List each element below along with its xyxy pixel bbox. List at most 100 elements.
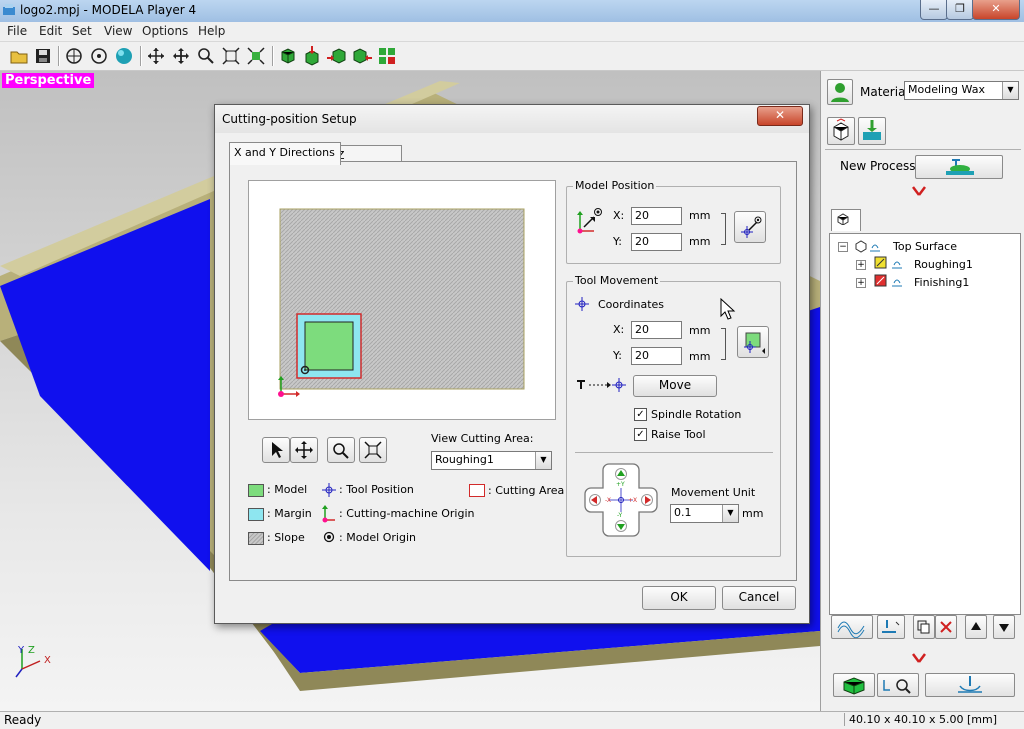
pan-view-button[interactable]: [290, 437, 318, 463]
model-origin-icon: [323, 531, 335, 543]
menu-view[interactable]: View: [104, 24, 132, 38]
material-select[interactable]: Modeling Wax ▼: [904, 81, 1019, 100]
cutting-setup-button[interactable]: [858, 117, 886, 145]
cut-right-icon[interactable]: [352, 46, 372, 66]
move-up-button[interactable]: [965, 615, 987, 639]
move-button[interactable]: Move: [633, 375, 717, 397]
preview-button[interactable]: [833, 673, 875, 697]
menu-help[interactable]: Help: [198, 24, 225, 38]
menu-edit[interactable]: Edit: [39, 24, 62, 38]
tree-item-roughing[interactable]: Roughing1: [914, 258, 973, 271]
roughing-icon: [874, 256, 902, 269]
window-title: logo2.mpj - MODELA Player 4: [20, 3, 197, 17]
model-x-input[interactable]: 20: [631, 207, 682, 225]
menu-options[interactable]: Options: [142, 24, 188, 38]
multi-surface-icon[interactable]: [377, 46, 397, 66]
position-preview[interactable]: [248, 180, 556, 420]
preview-cutting-button[interactable]: [831, 615, 873, 639]
view-cutting-area-value: Roughing1: [435, 453, 494, 466]
delete-button[interactable]: [935, 615, 957, 639]
tree-expand-icon[interactable]: +: [856, 260, 866, 270]
open-folder-icon[interactable]: [9, 46, 29, 66]
edit-process-button[interactable]: [877, 615, 905, 639]
model-y-label: Y:: [613, 235, 622, 248]
cutting-setup-icon: [863, 120, 881, 140]
pan-icon: [295, 441, 313, 459]
cut-button[interactable]: [925, 673, 1015, 697]
menu-set[interactable]: Set: [72, 24, 92, 38]
legend-model: : Model: [267, 483, 308, 496]
dialog-close-button[interactable]: ✕: [757, 106, 803, 126]
tree-expand-icon[interactable]: +: [856, 278, 866, 288]
rotate-view-icon[interactable]: [64, 46, 84, 66]
tree-item-top-surface[interactable]: Top Surface: [893, 240, 957, 253]
menu-file[interactable]: File: [7, 24, 27, 38]
zoom-icon[interactable]: [196, 46, 216, 66]
pointer-button[interactable]: [262, 437, 290, 463]
path-preview-button[interactable]: [877, 673, 919, 697]
pan-icon[interactable]: [171, 46, 191, 66]
ok-button[interactable]: OK: [642, 586, 716, 610]
material-label: Material: [860, 85, 909, 99]
machine-origin-icon: [322, 505, 335, 523]
maximize-button[interactable]: ❐: [946, 0, 974, 20]
pad-plus-y-label: +Y: [616, 481, 625, 488]
legend-model-origin: : Model Origin: [339, 531, 416, 544]
zoom-view-button[interactable]: [327, 437, 355, 463]
orbit-icon[interactable]: [89, 46, 109, 66]
new-process-button[interactable]: [915, 155, 1003, 179]
movement-unit-unit: mm: [742, 507, 764, 520]
direction-pad[interactable]: +Y -Y -X +X: [583, 462, 659, 538]
model-x-unit: mm: [689, 209, 711, 222]
cut-left-icon[interactable]: [327, 46, 347, 66]
tool-x-input[interactable]: 20: [631, 321, 682, 339]
tab-process-tree[interactable]: [831, 209, 861, 231]
view-cutting-area-label: View Cutting Area:: [431, 432, 534, 445]
movement-unit-label: Movement Unit: [671, 486, 756, 499]
tool-y-label: Y:: [613, 349, 622, 362]
tab-xy-directions[interactable]: X and Y Directions: [229, 142, 341, 165]
preview-cube-icon: [843, 677, 865, 695]
set-model-position-button[interactable]: [734, 211, 766, 243]
movement-unit-select[interactable]: 0.1 ▼: [670, 504, 739, 523]
tree-collapse-icon[interactable]: −: [838, 242, 848, 252]
close-button[interactable]: ✕: [972, 0, 1020, 20]
tree-cube-icon: [837, 213, 849, 226]
workpiece-setting-button[interactable]: [827, 117, 855, 145]
legend-slope: : Slope: [267, 531, 305, 544]
minimize-button[interactable]: —: [920, 0, 948, 20]
spindle-rotation-checkbox[interactable]: ✓: [634, 408, 647, 421]
move-down-button[interactable]: [993, 615, 1015, 639]
zoom-icon: [333, 443, 349, 459]
movement-unit-value: 0.1: [674, 506, 692, 519]
axis-y-label: Y: [18, 645, 25, 656]
wave-lines-icon: [837, 621, 865, 639]
model-cube-icon[interactable]: [278, 46, 298, 66]
raise-tool-checkbox[interactable]: ✓: [634, 428, 647, 441]
tool-y-input[interactable]: 20: [631, 347, 682, 365]
dialog-title: Cutting-position Setup: [222, 112, 357, 126]
process-tree[interactable]: − Top Surface + Roughing1 + Finishing1: [829, 233, 1021, 615]
cut-down-icon[interactable]: [302, 46, 322, 66]
spindle-rotation-label: Spindle Rotation: [651, 408, 742, 421]
select-move-icon[interactable]: [146, 46, 166, 66]
fit-view-icon[interactable]: [221, 46, 241, 66]
toolbar: [0, 42, 1024, 71]
tool-y-unit: mm: [689, 350, 711, 363]
bracket: [721, 213, 726, 245]
user-button[interactable]: [827, 79, 853, 105]
finishing-icon: [874, 274, 902, 287]
cancel-button[interactable]: Cancel: [722, 586, 796, 610]
bracket: [721, 328, 726, 360]
tree-item-finishing[interactable]: Finishing1: [914, 276, 969, 289]
user-icon: [831, 83, 849, 102]
model-y-input[interactable]: 20: [631, 233, 682, 251]
save-icon[interactable]: [33, 46, 53, 66]
view-cutting-area-select[interactable]: Roughing1 ▼: [431, 451, 552, 470]
fit-view-button[interactable]: [359, 437, 387, 463]
tool-movement-title: Tool Movement: [573, 274, 661, 287]
zoom-model-icon[interactable]: [246, 46, 266, 66]
render-sphere-icon[interactable]: [114, 46, 134, 66]
set-tool-position-button[interactable]: [737, 326, 769, 358]
copy-button[interactable]: [913, 615, 935, 639]
